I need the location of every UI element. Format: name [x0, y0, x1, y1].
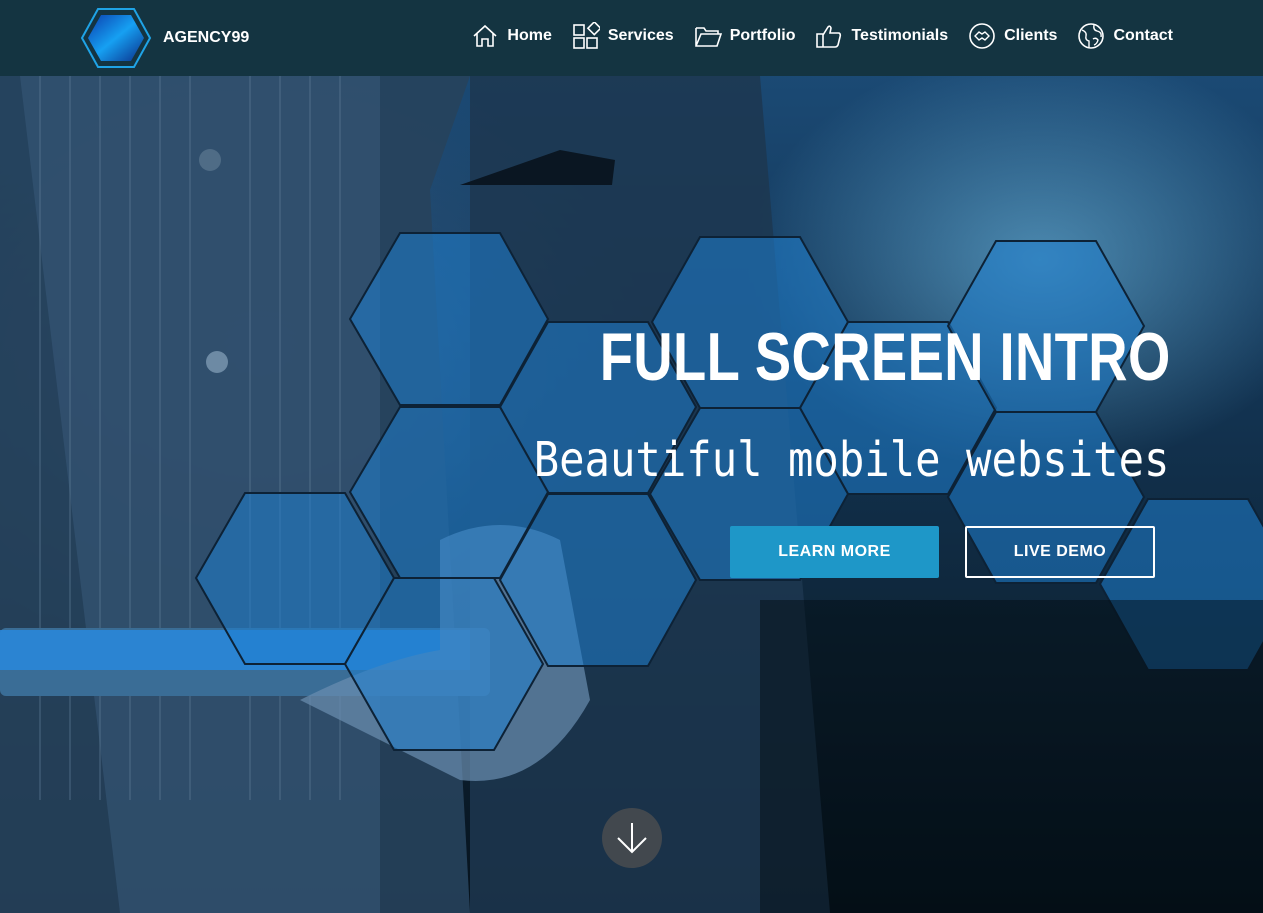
learn-more-button[interactable]: LEARN MORE — [730, 526, 939, 578]
nav-item-testimonials[interactable]: Testimonials — [815, 22, 948, 50]
nav-item-portfolio[interactable]: Portfolio — [694, 22, 796, 50]
brand[interactable]: AGENCY99 — [80, 7, 249, 69]
nav-item-contact[interactable]: Contact — [1077, 22, 1173, 50]
arrow-down-icon — [617, 823, 647, 854]
hero-title: FULL SCREEN INTRO — [600, 319, 1171, 395]
live-demo-button[interactable]: LIVE DEMO — [965, 526, 1155, 578]
nav-label: Home — [507, 27, 552, 44]
scroll-down-button[interactable] — [602, 808, 662, 868]
top-navbar: AGENCY99 Home Services Portfolio Testimo… — [0, 0, 1263, 76]
hero-subtitle: Beautiful mobile websites — [533, 432, 1169, 488]
nav-label: Portfolio — [729, 27, 796, 44]
nav-label: Clients — [1004, 27, 1058, 44]
nav-item-services[interactable]: Services — [572, 22, 674, 50]
services-icon — [573, 22, 600, 49]
nav-label: Contact — [1113, 27, 1173, 44]
nav-label: Services — [607, 27, 674, 44]
home-icon — [473, 24, 497, 47]
hexagon-logo-icon — [80, 8, 152, 68]
nav-item-clients[interactable]: Clients — [968, 22, 1057, 50]
globe-icon — [1078, 23, 1105, 49]
handshake-icon — [969, 23, 995, 49]
thumbs-up-icon — [816, 25, 842, 48]
brand-name: AGENCY99 — [163, 29, 250, 46]
nav-label: Testimonials — [851, 27, 949, 44]
nav-item-home[interactable]: Home — [471, 22, 552, 50]
folder-icon — [694, 27, 722, 47]
main-nav: Home Services Portfolio Testimonials Cli… — [451, 22, 1173, 50]
